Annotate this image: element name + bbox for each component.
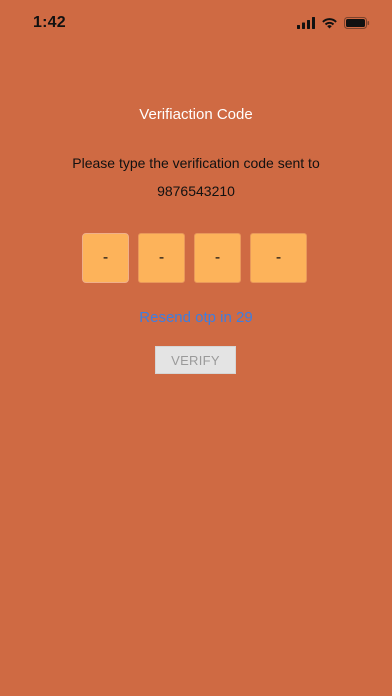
page-title: Verifiaction Code [139, 106, 253, 123]
battery-icon [344, 17, 370, 29]
verify-button[interactable]: VERIFY [155, 346, 236, 374]
otp-input-row: - - - - [82, 233, 307, 283]
instruction-text: Please type the verification code sent t… [72, 155, 320, 171]
verification-screen: 1:42 Verifiaction Code Please type the v… [0, 0, 392, 696]
status-icons [297, 16, 370, 30]
otp-digit-3[interactable]: - [194, 233, 241, 283]
status-time: 1:42 [33, 14, 66, 31]
otp-digit-4[interactable]: - [250, 233, 307, 283]
phone-number: 9876543210 [157, 183, 235, 199]
otp-digit-1[interactable]: - [82, 233, 129, 283]
status-bar: 1:42 [0, 0, 392, 46]
cellular-signal-icon [297, 17, 315, 29]
wifi-icon [321, 17, 338, 29]
otp-digit-2[interactable]: - [138, 233, 185, 283]
resend-otp-link[interactable]: Resend otp in 29 [0, 309, 392, 326]
